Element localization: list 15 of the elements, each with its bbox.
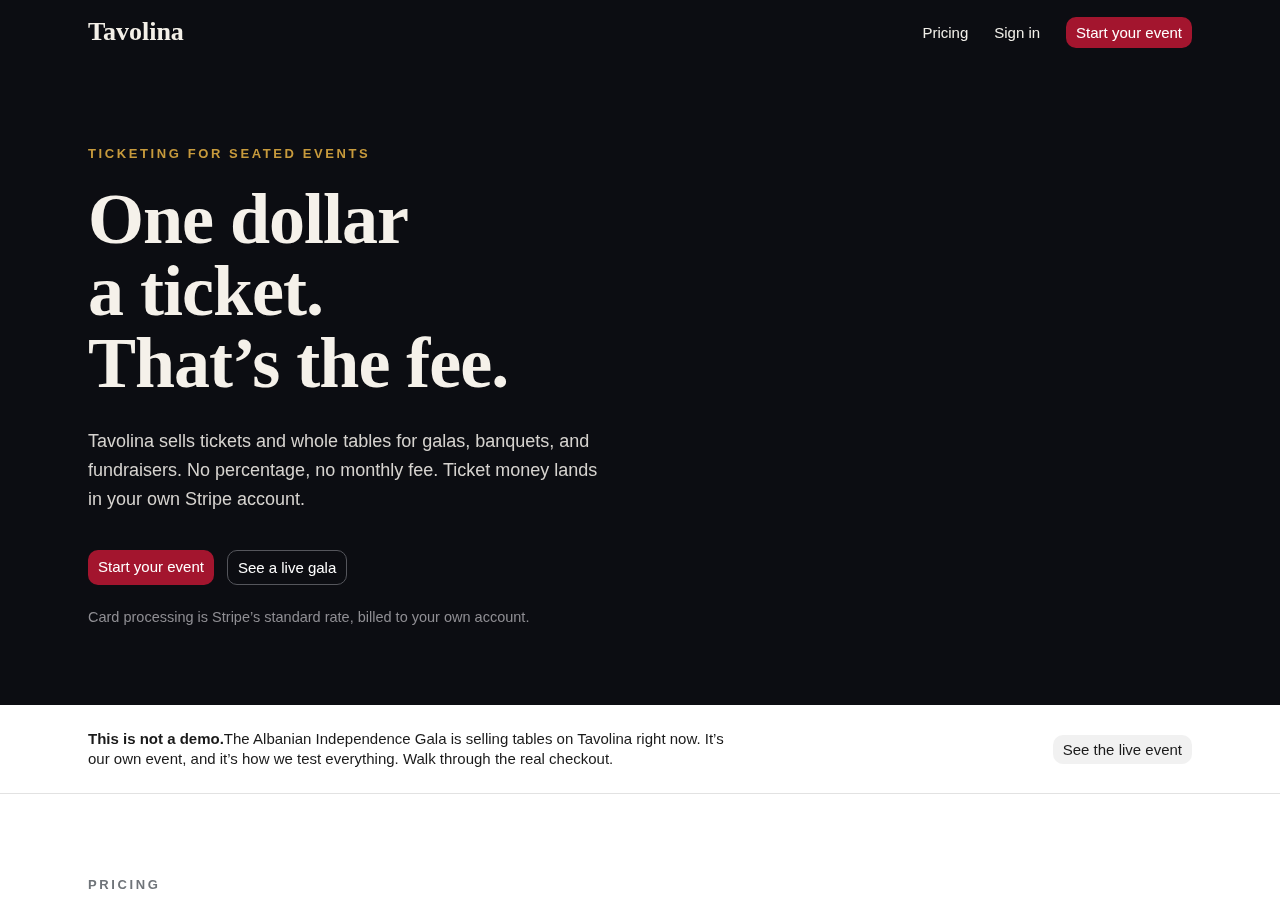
eyebrow-text: TICKETING FOR SEATED EVENTS bbox=[88, 146, 372, 161]
cta-button[interactable]: See a live gala bbox=[226, 550, 348, 585]
headline: a ticket. bbox=[88, 255, 323, 327]
section-label: PRICING bbox=[88, 877, 162, 892]
cta-button[interactable]: Start your event bbox=[88, 550, 214, 585]
headline: One dollar bbox=[88, 183, 408, 255]
demo-notice: This is not a demo.The Albanian Independence Gala is selling tables on Tavolina right now. It’s our own event, and it’s how we test everything. Walk through the real checkout. bbox=[88, 729, 725, 769]
nav-link[interactable]: Pricing bbox=[922, 23, 969, 41]
fee-note: Card processing is Stripe’s standard rate, billed to your own account. bbox=[88, 609, 531, 625]
headline: That’s the fee. bbox=[88, 327, 509, 399]
nav-link[interactable]: Sign in bbox=[994, 23, 1041, 41]
logo[interactable]: Tavolina bbox=[88, 17, 184, 47]
cta-button[interactable]: Start your event bbox=[1066, 16, 1192, 48]
live-event-button[interactable]: See the live event bbox=[1052, 734, 1192, 764]
hero-description: Tavolina sells tickets and whole tables for galas, banquets, and fundraisers. No percentage, no monthly fee. Ticket money lands in your own Stripe account. bbox=[88, 430, 598, 511]
